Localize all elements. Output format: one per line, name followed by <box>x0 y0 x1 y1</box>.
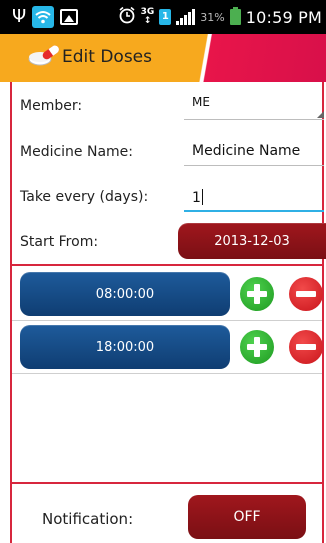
medicine-name-label: Medicine Name: <box>20 144 134 160</box>
alarm-icon <box>118 6 136 28</box>
dropdown-triangle-icon <box>317 111 324 118</box>
plus-icon <box>254 284 260 304</box>
battery-percent: 31% <box>200 10 225 24</box>
member-spinner[interactable]: ME <box>184 92 324 120</box>
page-title: Edit Doses <box>62 47 152 67</box>
take-every-label: Take every (days): <box>20 189 149 205</box>
member-value: ME <box>192 95 210 109</box>
edit-doses-form: Member: ME Medicine Name: Medicine Name … <box>10 82 326 543</box>
add-dose-button[interactable] <box>240 330 274 364</box>
row-divider <box>12 320 322 321</box>
remove-dose-button[interactable] <box>289 330 323 364</box>
divider <box>12 482 322 484</box>
medicine-name-value: Medicine Name <box>192 143 301 159</box>
start-date-button[interactable]: 2013-12-03 <box>178 223 326 259</box>
notification-label: Notification: <box>42 510 134 528</box>
notification-toggle[interactable]: OFF <box>188 495 306 539</box>
dose-time-button[interactable]: 18:00:00 <box>20 325 230 369</box>
signal-icon <box>176 9 196 25</box>
remove-dose-button[interactable] <box>289 277 323 311</box>
pills-icon <box>28 44 60 68</box>
status-bar: Ψ 3G ↕ 1 31% 10:59 PM <box>0 0 326 34</box>
row-divider <box>12 373 322 374</box>
minus-icon <box>296 291 316 297</box>
divider <box>12 264 322 266</box>
network-3g-icon: 3G ↕ <box>140 7 155 26</box>
medicine-name-input[interactable]: Medicine Name <box>184 136 324 166</box>
clock: 10:59 PM <box>245 7 322 27</box>
text-cursor <box>201 189 203 205</box>
member-label: Member: <box>20 98 83 114</box>
start-from-label: Start From: <box>20 234 99 250</box>
add-dose-button[interactable] <box>240 277 274 311</box>
action-bar: Edit Doses <box>0 34 326 82</box>
dose-time-button[interactable]: 08:00:00 <box>20 272 230 316</box>
usb-icon: Ψ <box>12 6 27 27</box>
wifi-icon <box>32 6 55 28</box>
sim-icon: 1 <box>159 9 172 25</box>
take-every-days-input[interactable]: 1 <box>184 182 324 212</box>
take-every-value: 1 <box>192 190 201 206</box>
minus-icon <box>296 344 316 350</box>
battery-icon <box>229 7 241 25</box>
image-icon <box>60 9 79 25</box>
plus-icon <box>254 337 260 357</box>
